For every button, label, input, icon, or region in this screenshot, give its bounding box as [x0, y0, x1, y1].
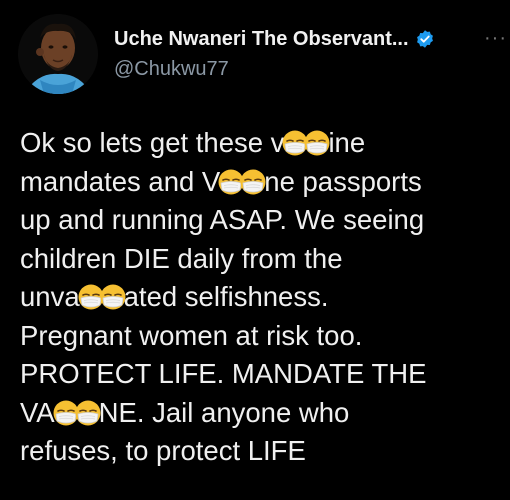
- verified-badge-icon: [415, 29, 435, 49]
- user-handle[interactable]: @Chukwu77: [114, 58, 229, 81]
- tweet-header: Uche Nwaneri The Observant... ··· @Chukw…: [0, 0, 510, 110]
- tweet-text-segment: mandates and V: [20, 165, 221, 197]
- tweet-text-segment: ne passports: [264, 165, 422, 197]
- tweet-text: Ok so lets get these v ine mandates and V…: [20, 124, 506, 471]
- tweet-line: Ok so lets get these v ine: [20, 124, 506, 163]
- more-options-icon[interactable]: ···: [484, 28, 507, 48]
- avatar[interactable]: [18, 14, 98, 94]
- tweet-line: PROTECT LIFE. MANDATE THE: [20, 358, 427, 389]
- tweet-line: mandates and V ne passports: [20, 163, 506, 202]
- face-with-medical-mask-icon: [240, 168, 267, 195]
- face-with-medical-mask-icon: [74, 399, 101, 426]
- tweet-line: children DIE daily from the: [20, 242, 343, 274]
- tweet-line: Pregnant women at risk too.: [20, 319, 363, 351]
- tweet-line: VA NE. Jail anyone who: [20, 394, 506, 433]
- display-name[interactable]: Uche Nwaneri The Observant...: [114, 28, 409, 51]
- tweet-line: up and running ASAP. We seeing: [20, 204, 425, 235]
- tweet-text-segment: ine: [328, 127, 366, 158]
- tweet-line: refuses, to protect LIFE: [20, 435, 306, 466]
- tweet-text-segment: ated selfishness.: [123, 281, 329, 312]
- face-with-medical-mask-icon: [304, 130, 331, 156]
- tweet-text-segment: unva: [20, 281, 80, 312]
- tweet-text-segment: Ok so lets get these v: [20, 127, 285, 158]
- tweet-text-segment: NE. Jail anyone who: [98, 396, 350, 428]
- tweet-text-segment: VA: [20, 396, 55, 428]
- name-row: Uche Nwaneri The Observant...: [114, 26, 435, 52]
- face-with-medical-mask-icon: [99, 284, 126, 310]
- tweet-line: unva ated selfishness.: [20, 278, 506, 317]
